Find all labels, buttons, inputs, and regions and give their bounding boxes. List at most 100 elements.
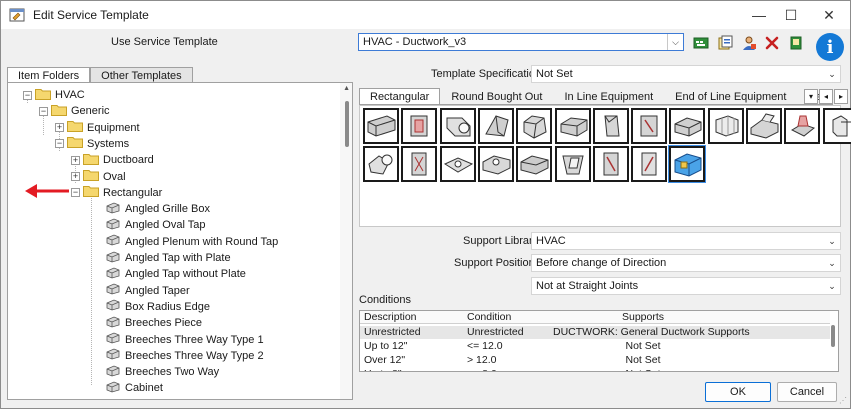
ok-button[interactable]: OK [705,382,771,402]
tree-node-label: Breeches Piece [125,317,203,330]
fitting-icon [106,299,125,314]
green-keyboard-icon[interactable] [691,33,711,53]
cell-description: Up to 12" [364,340,408,352]
expand-icon[interactable]: + [71,155,80,165]
tree-item[interactable]: Angled Tap without Plate [106,266,246,282]
tree-folder[interactable]: + Equipment [55,120,140,136]
info-button[interactable]: i [816,33,844,61]
tree-node-label: Box Radius Edge [125,300,210,313]
collapse-icon[interactable]: − [39,106,48,116]
tree-node-label: Angled Taper [125,284,190,297]
pattern-tile[interactable] [669,108,706,144]
tree-node-label: Breeches Three Way Type 1 [125,333,264,346]
delete-icon[interactable] [762,33,782,53]
column-header-supports[interactable]: Supports [622,311,664,324]
window-title: Edit Service Template [33,8,149,22]
pattern-tile[interactable] [592,108,629,144]
folder-icon [67,120,87,135]
folder-icon [67,136,87,151]
tab-rectangular[interactable]: Rectangular [359,88,441,104]
user-import-icon[interactable] [739,33,759,53]
table-row[interactable]: Over 12" > 12.0 Not Set [360,354,830,367]
pattern-tile[interactable] [401,108,438,144]
tree-folder[interactable]: + Oval [71,169,126,185]
tab-list-dropdown-icon[interactable]: ▾ [804,89,818,104]
minimize-button[interactable]: — [741,1,777,29]
fitting-icon [106,202,125,217]
cancel-button[interactable]: Cancel [777,382,837,402]
use-service-template-select[interactable]: HVAC - Ductwork_v3 ⌵ [358,33,684,51]
collapse-icon[interactable]: − [23,90,32,100]
book-icon[interactable] [786,33,806,53]
close-button[interactable]: ✕ [811,1,847,29]
item-folders-tree[interactable]: − HVAC − Generic + Equipment − Systems + Ductboar… [7,82,353,400]
tab-scroll-left-icon[interactable]: ◂ [819,89,833,104]
tab-other-templates[interactable]: Other Templates [90,67,193,83]
tree-item[interactable]: Angled Plenum with Round Tap [106,234,278,250]
pattern-tile[interactable] [516,108,553,144]
expand-icon[interactable]: + [55,123,64,133]
column-header-condition[interactable]: Condition [467,311,511,324]
scroll-up-icon[interactable]: ▲ [343,85,350,92]
tree-scroll-thumb[interactable] [345,101,349,147]
tree-item[interactable]: Angled Grille Box [106,201,210,217]
tree-item[interactable]: Box Radius Edge [106,299,210,315]
expand-icon[interactable]: + [71,172,80,181]
pattern-tile[interactable] [477,108,514,144]
tree-folder[interactable]: + Ductboard [71,152,154,168]
column-header-description[interactable]: Description [364,311,417,324]
pattern-tile[interactable] [363,146,399,182]
pattern-tile[interactable] [746,108,782,144]
pattern-tile[interactable] [592,146,629,182]
tree-item[interactable]: Breeches Three Way Type 1 [106,332,264,348]
pattern-tile[interactable] [668,145,707,183]
tree-item[interactable]: Angled Tap with Plate [106,250,231,266]
tree-folder[interactable]: − Rectangular [71,185,162,201]
tab-round-bought-out[interactable]: Round Bought Out [440,88,553,104]
table-row[interactable]: Unrestricted Unrestricted DUCTWORK: Genera… [360,326,830,339]
collapse-icon[interactable]: − [55,139,64,149]
template-copy-icon[interactable] [715,33,735,53]
tab-end-of-line-equipment[interactable]: End of Line Equipment [664,88,797,104]
pattern-tile[interactable] [439,108,476,144]
chevron-down-icon: ⌵ [667,34,683,50]
conditions-scroll-thumb[interactable] [831,325,835,347]
maximize-button[interactable]: ☐ [773,1,809,29]
conditions-grid[interactable]: Description Condition Supports Unrestric… [359,310,839,372]
support-positions-select[interactable]: Before change of Direction ⌄ [531,254,841,272]
tree-folder[interactable]: − HVAC [23,87,85,103]
pattern-tile[interactable] [477,146,514,182]
support-positions-secondary-select[interactable]: Not at Straight Joints ⌄ [531,277,841,295]
cell-condition: Unrestricted [467,326,524,338]
resize-grip-icon[interactable]: ⋰ [839,396,847,405]
tree-item[interactable]: Angled Oval Tap [106,217,206,233]
table-row[interactable]: Up to 12" <= 12.0 Not Set [360,340,830,353]
tree-item[interactable]: Cabinet [106,380,163,396]
pattern-tile[interactable] [439,146,476,182]
pattern-tile[interactable] [554,108,591,144]
tree-folder[interactable]: − Systems [55,136,129,152]
pattern-tile[interactable] [822,108,851,144]
tab-in-line-equipment[interactable]: In Line Equipment [553,88,664,104]
tree-item[interactable]: Angled Taper [106,283,190,299]
pattern-tile[interactable] [631,146,668,182]
template-specification-select[interactable]: Not Set ⌄ [531,65,841,83]
pattern-tile[interactable] [631,108,668,144]
pattern-tile[interactable] [401,146,438,182]
tree-folder[interactable]: − Generic [39,103,110,119]
support-library-select[interactable]: HVAC ⌄ [531,232,841,250]
pattern-tile[interactable] [554,146,591,182]
tree-scrollbar[interactable]: ▲ [340,83,352,399]
pattern-tile[interactable] [784,108,821,144]
tree-item[interactable]: Breeches Two Way [106,364,219,380]
table-row[interactable]: Up to 8" <= 8.0 Not Set [360,368,830,371]
tab-item-folders[interactable]: Item Folders [7,67,91,83]
tree-item[interactable]: Breeches Three Way Type 2 [106,348,264,364]
pattern-tile[interactable] [707,108,744,144]
tab-scroll-right-icon[interactable]: ▸ [834,89,848,104]
tree-item[interactable]: Breeches Piece [106,315,202,331]
pattern-tile[interactable] [363,108,399,144]
pattern-tile[interactable] [516,146,553,182]
support-positions-secondary-value: Not at Straight Joints [536,280,639,292]
cell-condition: <= 8.0 [467,368,497,371]
